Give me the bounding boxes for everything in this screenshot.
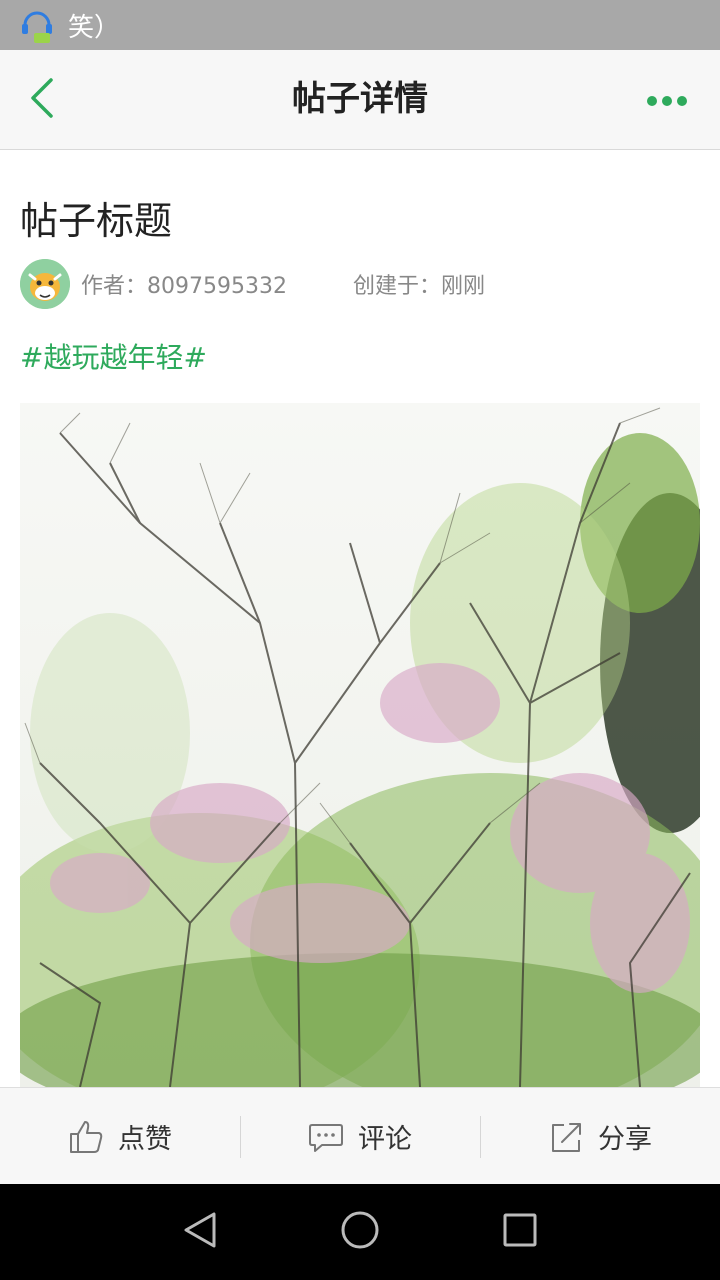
post-meta: 作者：8097595332 创建于：刚刚 — [20, 258, 485, 310]
post-title: 帖子标题 — [20, 199, 173, 243]
headset-icon — [20, 5, 54, 45]
thumbs-up-icon — [68, 1119, 104, 1155]
flowering-tree-photo[interactable] — [20, 403, 700, 1087]
like-label: 点赞 — [118, 1124, 172, 1155]
chevron-left-icon — [29, 76, 55, 124]
action-bar: 点赞 评论 分享 — [0, 1087, 720, 1185]
more-button[interactable] — [642, 86, 692, 116]
nav-recents-icon — [502, 1212, 538, 1252]
nav-home-button[interactable] — [340, 1210, 380, 1254]
comment-label: 评论 — [358, 1124, 412, 1155]
navigation-bar — [0, 1184, 720, 1280]
author-label: 作者：8097595332 — [81, 274, 287, 299]
share-icon — [548, 1119, 584, 1155]
share-button[interactable]: 分享 — [480, 1088, 720, 1185]
header: 帖子详情 — [0, 50, 720, 150]
comment-button[interactable]: 评论 — [240, 1088, 480, 1185]
page-title: 帖子详情 — [292, 79, 428, 119]
created-label: 创建于：刚刚 — [352, 274, 485, 299]
status-bar: 笑） — [0, 0, 720, 50]
like-button[interactable]: 点赞 — [0, 1088, 240, 1185]
status-text: 笑） — [68, 12, 121, 43]
nav-back-icon — [182, 1211, 218, 1253]
back-button[interactable] — [22, 76, 62, 124]
share-label: 分享 — [598, 1124, 652, 1155]
avatar[interactable] — [20, 259, 70, 309]
nav-recents-button[interactable] — [500, 1212, 540, 1252]
nav-home-icon — [340, 1210, 380, 1254]
nav-back-button[interactable] — [180, 1212, 220, 1252]
chat-bubble-icon — [308, 1119, 344, 1155]
topic-tag[interactable]: #越玩越年轻# — [20, 336, 207, 376]
more-dots-icon — [646, 92, 688, 111]
